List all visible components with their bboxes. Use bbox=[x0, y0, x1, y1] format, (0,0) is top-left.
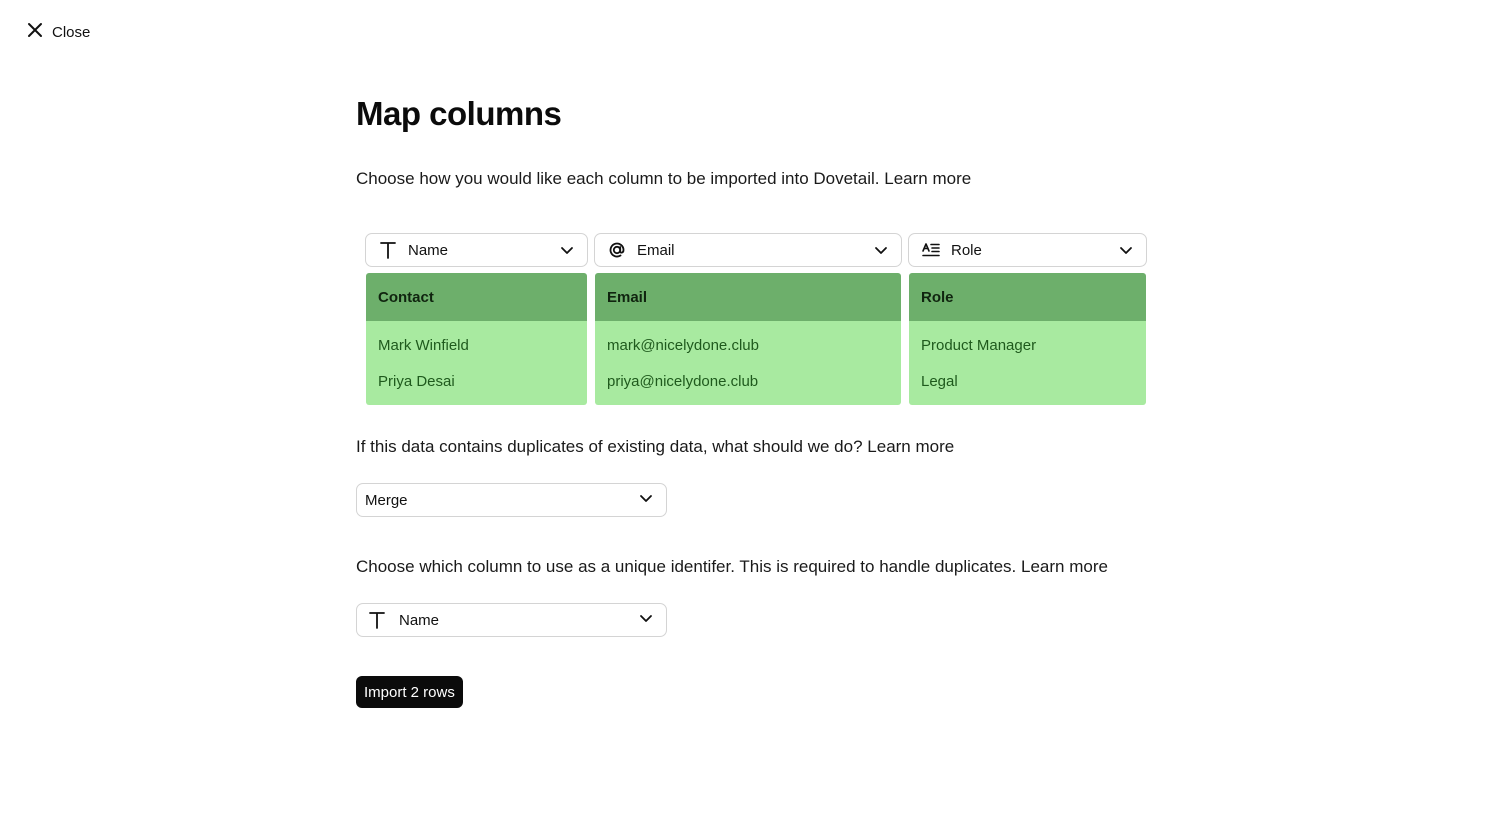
column-header: Email bbox=[595, 273, 901, 321]
column-mapping-email: Email Email mark@nicelydone.club priya@n… bbox=[594, 233, 902, 405]
column-type-select-email[interactable]: Email bbox=[594, 233, 902, 267]
identifier-selected-value: Name bbox=[399, 611, 440, 629]
column-type-select-role[interactable]: Role bbox=[908, 233, 1147, 267]
table-cell: Product Manager bbox=[921, 336, 1037, 354]
identifier-learn-more-link[interactable]: Learn more bbox=[1021, 557, 1108, 576]
close-icon bbox=[26, 21, 44, 43]
text-type-icon bbox=[378, 240, 398, 260]
text-type-icon bbox=[367, 610, 387, 630]
text-list-icon bbox=[921, 240, 941, 260]
duplicates-select[interactable]: Merge bbox=[356, 483, 667, 517]
duplicates-question: If this data contains duplicates of exis… bbox=[356, 437, 954, 457]
table-cell: Legal bbox=[921, 372, 958, 390]
column-mapping-role: Role Role Product Manager Legal bbox=[908, 233, 1147, 405]
page-title: Map columns bbox=[356, 95, 562, 132]
chevron-down-icon bbox=[873, 242, 889, 258]
duplicates-question-text: If this data contains duplicates of exis… bbox=[356, 437, 863, 456]
intro-text: Choose how you would like each column to… bbox=[356, 169, 880, 188]
column-header: Role bbox=[909, 273, 1146, 321]
chevron-down-icon bbox=[638, 610, 654, 631]
close-label: Close bbox=[52, 23, 91, 41]
table-cell: priya@nicelydone.club bbox=[607, 372, 759, 390]
duplicates-selected-value: Merge bbox=[365, 491, 408, 509]
intro-learn-more-link[interactable]: Learn more bbox=[884, 169, 971, 188]
chevron-down-icon bbox=[1118, 242, 1134, 258]
identifier-question-text: Choose which column to use as a unique i… bbox=[356, 557, 1017, 576]
table-cell: Priya Desai bbox=[378, 372, 455, 390]
identifier-select[interactable]: Name bbox=[356, 603, 667, 637]
table-cell: Mark Winfield bbox=[378, 336, 469, 354]
column-type-label: Role bbox=[951, 241, 982, 259]
chevron-down-icon bbox=[559, 242, 575, 258]
column-preview-table: Contact Mark Winfield Priya Desai bbox=[366, 273, 587, 405]
column-type-label: Name bbox=[408, 241, 449, 259]
intro-paragraph: Choose how you would like each column to… bbox=[356, 169, 971, 189]
column-type-select-name[interactable]: Name bbox=[365, 233, 588, 267]
column-preview-table: Role Product Manager Legal bbox=[909, 273, 1146, 405]
column-mapping-name: Name Contact Mark Winfield Priya Desai bbox=[365, 233, 588, 405]
column-header: Contact bbox=[366, 273, 587, 321]
import-rows-button[interactable]: Import 2 rows bbox=[356, 676, 463, 708]
column-preview-table: Email mark@nicelydone.club priya@nicelyd… bbox=[595, 273, 901, 405]
at-sign-icon bbox=[607, 240, 627, 260]
column-type-label: Email bbox=[637, 241, 675, 259]
identifier-question: Choose which column to use as a unique i… bbox=[356, 557, 1108, 577]
table-cell: mark@nicelydone.club bbox=[607, 336, 759, 354]
duplicates-learn-more-link[interactable]: Learn more bbox=[867, 437, 954, 456]
chevron-down-icon bbox=[638, 490, 654, 511]
close-button[interactable]: Close bbox=[26, 21, 90, 43]
